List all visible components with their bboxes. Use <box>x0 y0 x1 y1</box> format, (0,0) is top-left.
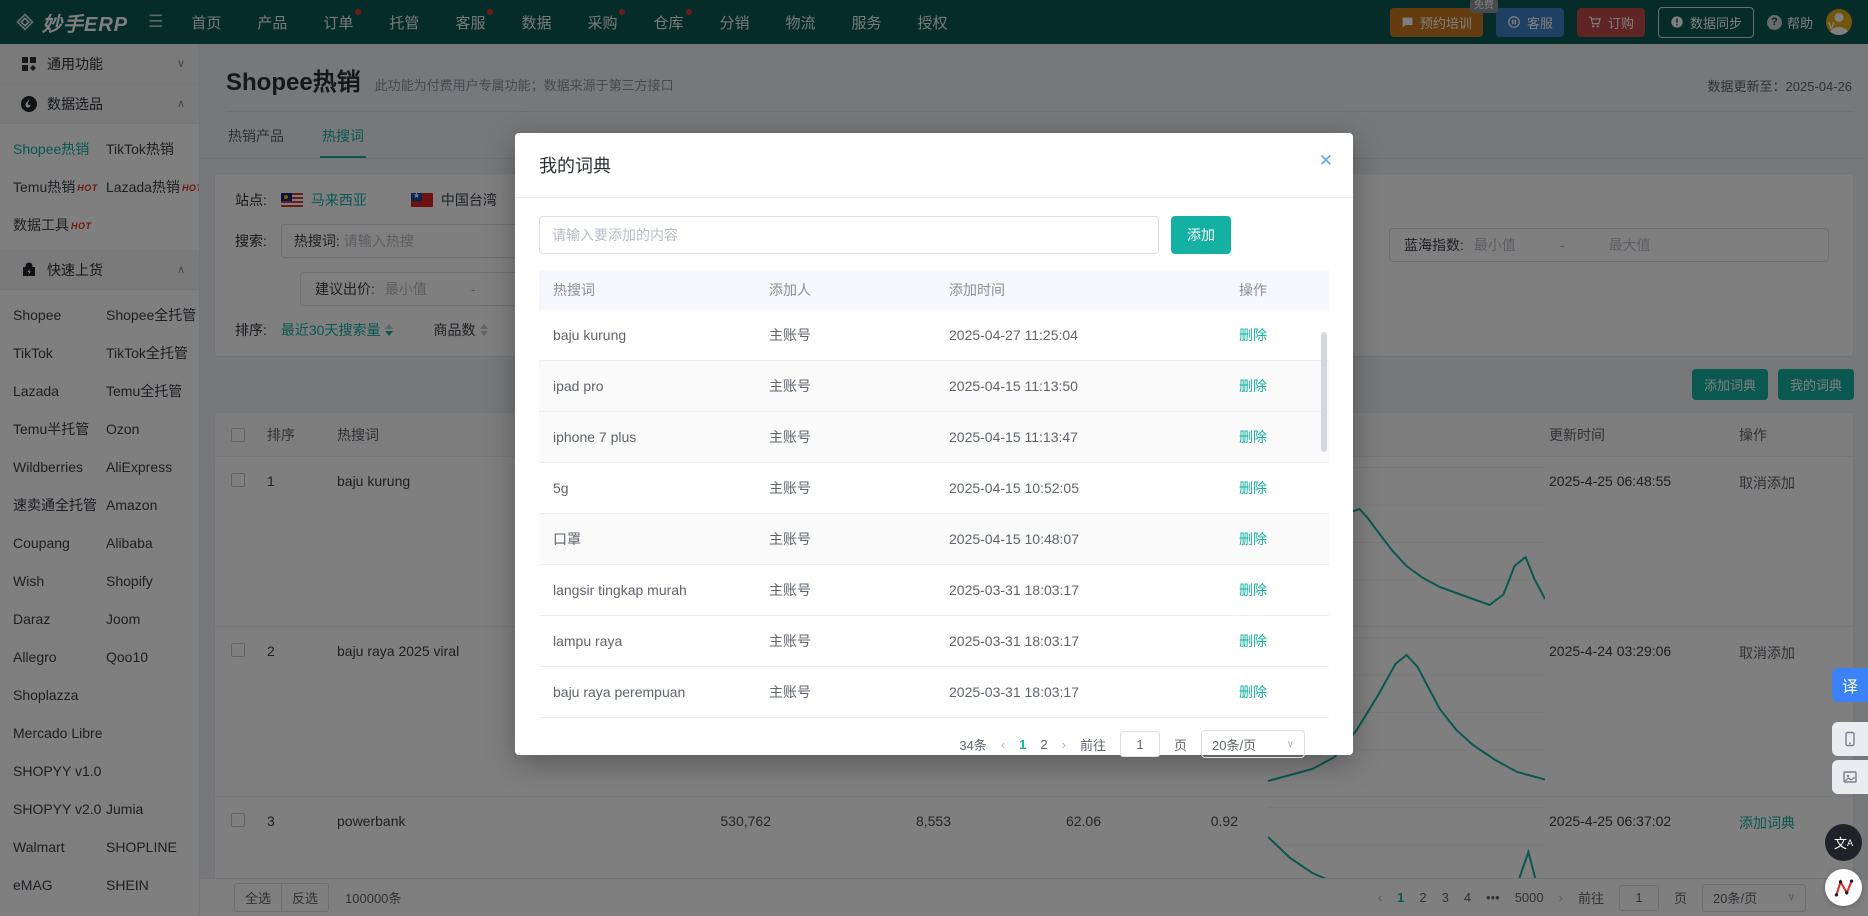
delete-link[interactable]: 删除 <box>1239 429 1267 445</box>
new-keyword-input[interactable] <box>539 216 1159 254</box>
goto-label: 前往 <box>1080 735 1106 754</box>
delete-link[interactable]: 删除 <box>1239 531 1267 547</box>
delete-link[interactable]: 删除 <box>1239 582 1267 598</box>
capture-widget-button[interactable] <box>1832 760 1868 794</box>
dictionary-row: ipad pro 主账号 2025-04-15 11:13:50 删除 <box>539 361 1329 412</box>
modal-body: 添加 热搜词 添加人 添加时间 操作 baju kurung 主账号 2025-… <box>515 198 1353 758</box>
dictionary-row: 5g 主账号 2025-04-15 10:52:05 删除 <box>539 463 1329 514</box>
add-keyword-button[interactable]: 添加 <box>1171 216 1231 254</box>
delete-link[interactable]: 删除 <box>1239 327 1267 343</box>
translate-extension-button[interactable]: 文A <box>1825 824 1862 861</box>
chevron-down-icon: ∨ <box>1287 739 1294 750</box>
col-added-time: 添加时间 <box>949 280 1239 300</box>
delete-link[interactable]: 删除 <box>1239 480 1267 496</box>
phone-widget-button[interactable] <box>1832 722 1868 756</box>
dictionary-row: lampu raya 主账号 2025-03-31 18:03:17 删除 <box>539 616 1329 667</box>
prev-page-icon[interactable]: ‹ <box>1001 737 1005 752</box>
dictionary-row: langsir tingkap murah 主账号 2025-03-31 18:… <box>539 565 1329 616</box>
modal-page-1[interactable]: 1 <box>1019 737 1026 752</box>
molecule-icon <box>1833 877 1855 899</box>
modal-header: 我的词典 ✕ <box>515 133 1353 198</box>
dictionary-table: 热搜词 添加人 添加时间 操作 baju kurung 主账号 2025-04-… <box>539 270 1329 718</box>
dictionary-row: iphone 7 plus 主账号 2025-04-15 11:13:47 删除 <box>539 412 1329 463</box>
col-action: 操作 <box>1239 280 1329 300</box>
delete-link[interactable]: 删除 <box>1239 684 1267 700</box>
extension-button[interactable] <box>1825 869 1862 906</box>
modal-page-size-select[interactable]: 20条/页 ∨ <box>1201 730 1305 758</box>
table-scrollbar[interactable] <box>1321 332 1327 452</box>
add-keyword-row: 添加 <box>539 216 1329 254</box>
phone-icon <box>1842 731 1858 747</box>
next-page-icon[interactable]: › <box>1062 737 1066 752</box>
dictionary-row: 口罩 主账号 2025-04-15 10:48:07 删除 <box>539 514 1329 565</box>
dictionary-row: baju raya perempuan 主账号 2025-03-31 18:03… <box>539 667 1329 718</box>
col-added-by: 添加人 <box>769 280 949 300</box>
frame-icon <box>1842 769 1858 785</box>
modal-title: 我的词典 <box>539 156 611 176</box>
modal-page-2[interactable]: 2 <box>1040 737 1047 752</box>
translate-button[interactable]: 译 <box>1832 668 1868 702</box>
delete-link[interactable]: 删除 <box>1239 633 1267 649</box>
modal-goto-page-input[interactable] <box>1120 731 1160 757</box>
modal-pagination: 34条 ‹ 1 2 › 前往 页 20条/页 ∨ <box>539 718 1329 758</box>
modal-total-count: 34条 <box>959 735 986 754</box>
dictionary-row: baju kurung 主账号 2025-04-27 11:25:04 删除 <box>539 310 1329 361</box>
my-dictionary-modal: 我的词典 ✕ 添加 热搜词 添加人 添加时间 操作 baju kurung 主账… <box>515 133 1353 755</box>
close-icon[interactable]: ✕ <box>1319 151 1333 171</box>
delete-link[interactable]: 删除 <box>1239 378 1267 394</box>
col-keyword: 热搜词 <box>539 280 769 300</box>
page-unit-label: 页 <box>1174 735 1187 754</box>
dictionary-table-header: 热搜词 添加人 添加时间 操作 <box>539 270 1329 310</box>
